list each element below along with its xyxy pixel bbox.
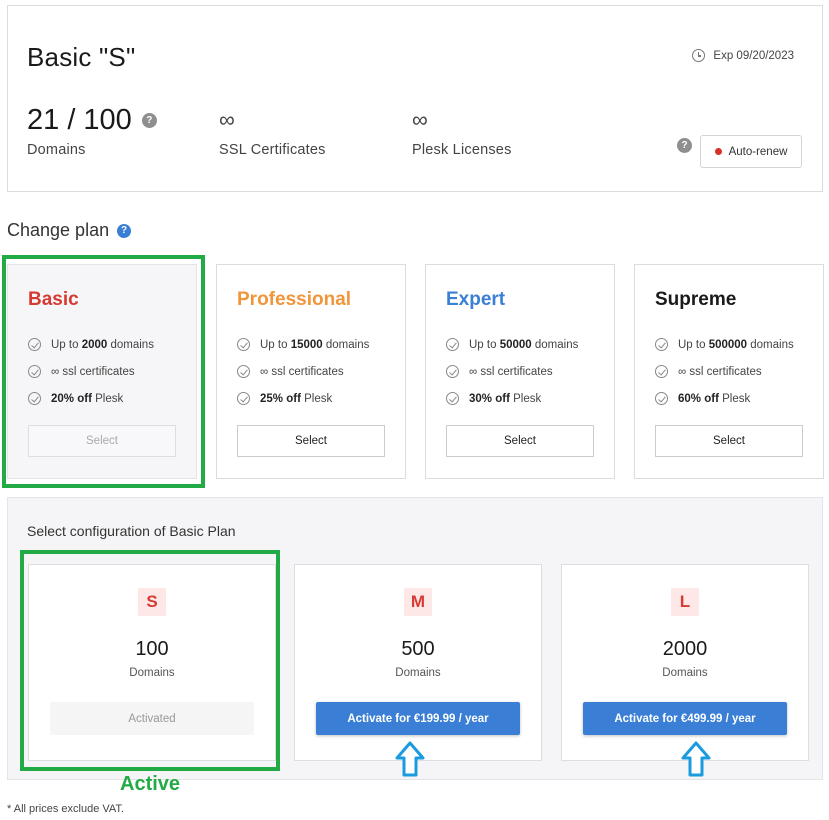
select-supreme-button[interactable]: Select bbox=[655, 425, 803, 457]
subscription-summary-card: Basic "S" Exp 09/20/2023 21 / 100 ? Doma… bbox=[7, 5, 823, 192]
plesk-stat: ∞ Plesk Licenses bbox=[412, 102, 512, 158]
check-icon bbox=[446, 365, 459, 378]
plan-name: Professional bbox=[237, 289, 352, 310]
plan-feature: ∞ ssl certificates bbox=[237, 358, 369, 385]
arrow-up-icon bbox=[395, 741, 425, 777]
plan-feature: 60% off Plesk bbox=[655, 385, 794, 412]
expiry-date: Exp 09/20/2023 bbox=[692, 49, 794, 62]
plan-feature: Up to 50000 domains bbox=[446, 331, 578, 358]
domains-label: Domains bbox=[27, 142, 86, 158]
config-card-l: L 2000 Domains Activate for €499.99 / ye… bbox=[561, 564, 809, 761]
ssl-stat: ∞ SSL Certificates bbox=[219, 102, 326, 158]
active-annotation-label: Active bbox=[120, 773, 181, 795]
domains-value: 21 / 100 bbox=[27, 103, 132, 136]
vat-footnote: * All prices exclude VAT. bbox=[7, 803, 124, 815]
check-icon bbox=[655, 392, 668, 405]
plan-feature: Up to 500000 domains bbox=[655, 331, 794, 358]
expiry-text: Exp 09/20/2023 bbox=[713, 49, 794, 62]
ssl-label: SSL Certificates bbox=[219, 142, 326, 158]
highlight-current-plan bbox=[2, 255, 205, 488]
change-plan-heading: Change plan ? bbox=[7, 220, 132, 241]
plan-card-expert: Expert Up to 50000 domains ∞ ssl certifi… bbox=[425, 264, 615, 479]
plan-name: Supreme bbox=[655, 289, 737, 310]
select-professional-button[interactable]: Select bbox=[237, 425, 385, 457]
configuration-title: Select configuration of Basic Plan bbox=[27, 523, 236, 539]
auto-renew-label: Auto-renew bbox=[728, 145, 788, 158]
plan-feature: ∞ ssl certificates bbox=[446, 358, 578, 385]
clock-icon bbox=[692, 49, 706, 62]
plan-card-professional: Professional Up to 15000 domains ∞ ssl c… bbox=[216, 264, 406, 479]
arrow-up-icon bbox=[681, 741, 711, 777]
domain-count: 500 bbox=[401, 638, 435, 660]
config-card-m: M 500 Domains Activate for €199.99 / yea… bbox=[294, 564, 542, 761]
activate-m-button[interactable]: Activate for €199.99 / year bbox=[316, 702, 520, 735]
domain-unit: Domains bbox=[395, 667, 441, 679]
auto-renew-button[interactable]: Auto-renew bbox=[700, 135, 802, 168]
change-plan-title: Change plan bbox=[7, 220, 110, 240]
check-icon bbox=[655, 365, 668, 378]
highlight-current-config bbox=[20, 550, 280, 771]
plesk-value: ∞ bbox=[412, 107, 428, 132]
plesk-label: Plesk Licenses bbox=[412, 142, 512, 158]
size-badge: L bbox=[671, 588, 699, 616]
autorenew-help-icon[interactable]: ? bbox=[677, 138, 692, 153]
domains-help-icon[interactable]: ? bbox=[141, 112, 157, 128]
ssl-value: ∞ bbox=[219, 107, 235, 132]
status-dot-icon bbox=[714, 148, 722, 155]
domains-stat: 21 / 100 ? Domains bbox=[27, 102, 157, 158]
check-icon bbox=[446, 392, 459, 405]
check-icon bbox=[446, 338, 459, 351]
check-icon bbox=[237, 338, 250, 351]
domain-count: 2000 bbox=[662, 638, 708, 660]
plan-feature: 30% off Plesk bbox=[446, 385, 578, 412]
plan-title: Basic "S" bbox=[27, 42, 136, 72]
select-expert-button[interactable]: Select bbox=[446, 425, 594, 457]
plan-name: Expert bbox=[446, 289, 506, 310]
plan-card-supreme: Supreme Up to 500000 domains ∞ ssl certi… bbox=[634, 264, 824, 479]
domain-unit: Domains bbox=[662, 667, 708, 679]
activate-l-button[interactable]: Activate for €499.99 / year bbox=[583, 702, 787, 735]
check-icon bbox=[237, 365, 250, 378]
check-icon bbox=[237, 392, 250, 405]
check-icon bbox=[655, 338, 668, 351]
plan-feature: 25% off Plesk bbox=[237, 385, 369, 412]
change-plan-help-icon[interactable]: ? bbox=[117, 223, 132, 238]
plan-feature: ∞ ssl certificates bbox=[655, 358, 794, 385]
plan-feature: Up to 15000 domains bbox=[237, 331, 369, 358]
size-badge: M bbox=[404, 588, 432, 616]
